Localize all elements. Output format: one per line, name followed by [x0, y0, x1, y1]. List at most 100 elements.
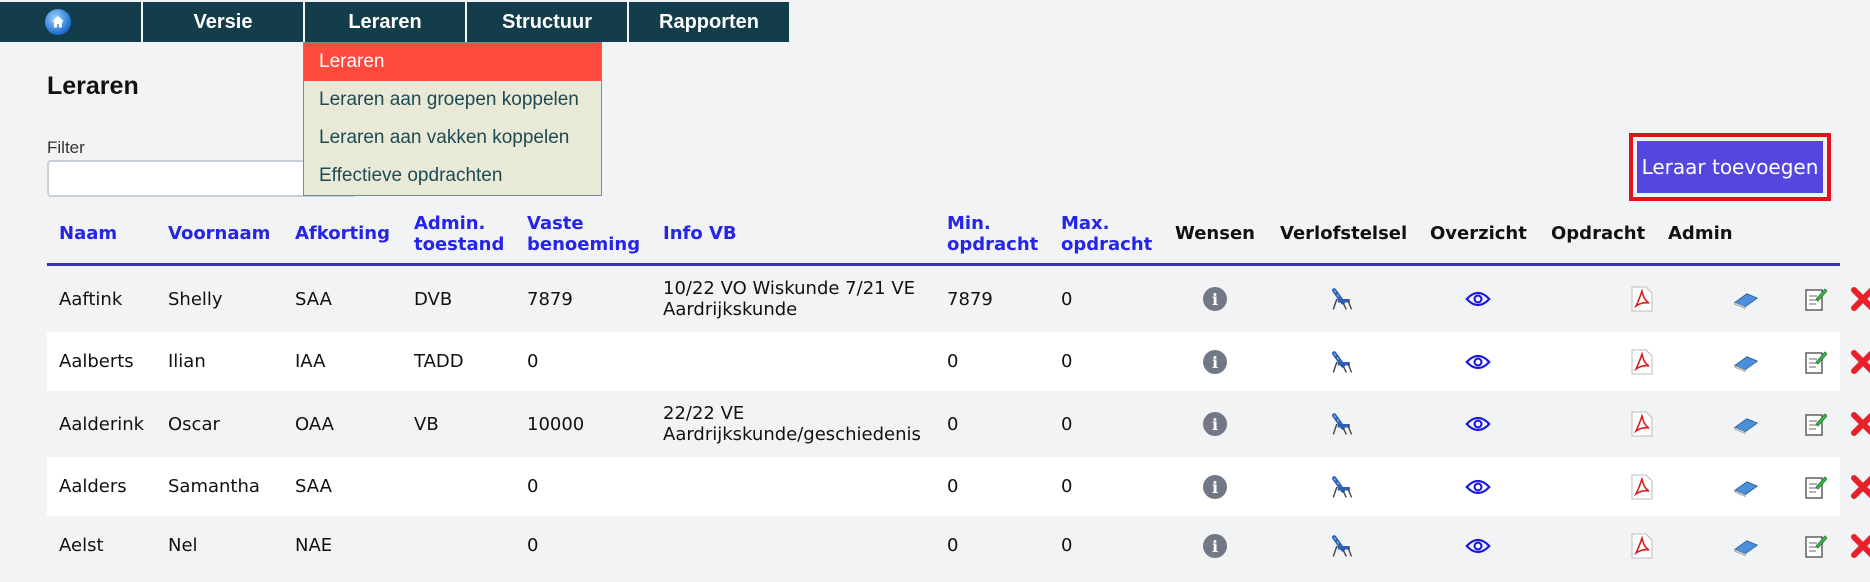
- delete-button[interactable]: [1850, 286, 1870, 312]
- menu-item-leraren-groepen[interactable]: Leraren aan groepen koppelen: [304, 81, 601, 119]
- pdf-icon: [1631, 533, 1653, 559]
- col-min-line1: Min.: [947, 213, 991, 234]
- cell-naam: Aalders: [59, 476, 127, 497]
- opdracht-pdf-button[interactable]: [1629, 533, 1655, 559]
- add-button-highlight: Leraar toevoegen: [1629, 133, 1831, 201]
- verlofstelsel-button[interactable]: [1329, 411, 1355, 437]
- delete-button[interactable]: [1850, 533, 1870, 559]
- delete-button[interactable]: [1850, 349, 1870, 375]
- edit-button[interactable]: [1802, 533, 1828, 559]
- cell-info-line1: 10/22 VO Wiskunde 7/21 VE: [663, 278, 915, 299]
- opdracht-pdf-button[interactable]: [1629, 474, 1655, 500]
- edit-button[interactable]: [1802, 286, 1828, 312]
- info-icon: i: [1203, 475, 1227, 499]
- verlofstelsel-button[interactable]: [1329, 286, 1355, 312]
- admin-book-button[interactable]: [1733, 349, 1759, 375]
- cell-vaste-benoeming: 10000: [527, 414, 585, 435]
- col-vaste-line2: benoeming: [527, 234, 641, 255]
- wensen-info-button[interactable]: i: [1202, 411, 1228, 437]
- eye-icon: [1465, 538, 1491, 554]
- admin-book-button[interactable]: [1733, 286, 1759, 312]
- cell-admin-toestand: TADD: [414, 351, 464, 372]
- edit-icon: [1805, 288, 1827, 311]
- menu-item-leraren-vakken[interactable]: Leraren aan vakken koppelen: [304, 119, 601, 157]
- edit-button[interactable]: [1802, 349, 1828, 375]
- cell-voornaam: Shelly: [168, 289, 223, 310]
- cell-min-opdracht: 0: [947, 476, 959, 497]
- pdf-icon: [1631, 411, 1653, 437]
- col-max-line2: opdracht: [1061, 234, 1153, 255]
- add-teacher-button[interactable]: Leraar toevoegen: [1637, 141, 1823, 193]
- nav-versie[interactable]: Versie: [143, 2, 303, 42]
- col-naam[interactable]: Naam: [59, 223, 117, 244]
- col-min-opdracht[interactable]: Min. opdracht: [947, 213, 1038, 255]
- delete-button[interactable]: [1850, 411, 1870, 437]
- nav-structuur[interactable]: Structuur: [467, 2, 627, 42]
- cell-info-vb: 10/22 VO Wiskunde 7/21 VE Aardrijkskunde: [663, 278, 915, 320]
- cell-max-opdracht: 0: [1061, 289, 1073, 310]
- col-admin-line1: Admin.: [414, 213, 486, 234]
- col-min-line2: opdracht: [947, 234, 1039, 255]
- edit-button[interactable]: [1802, 411, 1828, 437]
- opdracht-pdf-button[interactable]: [1629, 411, 1655, 437]
- wensen-info-button[interactable]: i: [1202, 286, 1228, 312]
- cell-info-line1: 22/22 VE: [663, 403, 745, 424]
- delete-icon: [1851, 475, 1870, 499]
- cell-admin-toestand: DVB: [414, 289, 453, 310]
- overzicht-button[interactable]: [1465, 474, 1491, 500]
- col-info-vb[interactable]: Info VB: [663, 223, 737, 244]
- table-row: Aalderink Oscar OAA VB 10000 22/22 VE Aa…: [47, 391, 1870, 457]
- cell-vaste-benoeming: 7879: [527, 289, 573, 310]
- edit-button[interactable]: [1802, 474, 1828, 500]
- col-voornaam[interactable]: Voornaam: [168, 223, 270, 244]
- beach-chair-icon: [1332, 535, 1353, 557]
- nav-rapporten[interactable]: Rapporten: [629, 2, 789, 42]
- cell-afkorting: NAE: [295, 535, 333, 556]
- delete-icon: [1851, 534, 1870, 558]
- home-icon: [44, 9, 71, 35]
- wensen-info-button[interactable]: i: [1202, 533, 1228, 559]
- opdracht-pdf-button[interactable]: [1629, 286, 1655, 312]
- wensen-info-button[interactable]: i: [1202, 474, 1228, 500]
- verlofstelsel-button[interactable]: [1329, 349, 1355, 375]
- col-vaste-line1: Vaste: [527, 213, 584, 234]
- table-header: Naam Voornaam Afkorting Admin. toestand …: [47, 205, 1840, 266]
- teachers-table: Naam Voornaam Afkorting Admin. toestand …: [47, 205, 1870, 575]
- eye-icon: [1465, 291, 1491, 307]
- delete-button[interactable]: [1850, 474, 1870, 500]
- col-afkorting[interactable]: Afkorting: [295, 223, 390, 244]
- cell-info-vb: 22/22 VE Aardrijkskunde/geschiedenis: [663, 403, 921, 445]
- menu-item-leraren[interactable]: Leraren: [304, 43, 601, 81]
- cell-naam: Aaftink: [59, 289, 123, 310]
- nav-leraren[interactable]: Leraren: [305, 2, 465, 42]
- opdracht-pdf-button[interactable]: [1629, 349, 1655, 375]
- book-icon: [1733, 418, 1759, 435]
- overzicht-button[interactable]: [1465, 411, 1491, 437]
- home-button[interactable]: [0, 2, 141, 42]
- overzicht-button[interactable]: [1465, 533, 1491, 559]
- info-icon: i: [1203, 534, 1227, 558]
- cell-naam: Aalberts: [59, 351, 134, 372]
- cell-min-opdracht: 7879: [947, 289, 993, 310]
- admin-book-button[interactable]: [1733, 411, 1759, 437]
- cell-naam: Aalderink: [59, 414, 145, 435]
- admin-book-button[interactable]: [1733, 474, 1759, 500]
- wensen-info-button[interactable]: i: [1202, 349, 1228, 375]
- delete-icon: [1851, 287, 1870, 311]
- cell-afkorting: OAA: [295, 414, 334, 435]
- book-icon: [1733, 293, 1759, 310]
- overzicht-button[interactable]: [1465, 286, 1491, 312]
- col-vaste-benoeming[interactable]: Vaste benoeming: [527, 213, 640, 255]
- info-icon: i: [1203, 350, 1227, 374]
- col-admin-toestand[interactable]: Admin. toestand: [414, 213, 504, 255]
- cell-max-opdracht: 0: [1061, 535, 1073, 556]
- delete-icon: [1851, 412, 1870, 436]
- admin-book-button[interactable]: [1733, 533, 1759, 559]
- verlofstelsel-button[interactable]: [1329, 474, 1355, 500]
- col-max-opdracht[interactable]: Max. opdracht: [1061, 213, 1152, 255]
- overzicht-button[interactable]: [1465, 349, 1491, 375]
- col-overzicht: Overzicht: [1430, 223, 1527, 244]
- cell-voornaam: Samantha: [168, 476, 260, 497]
- verlofstelsel-button[interactable]: [1329, 533, 1355, 559]
- menu-item-effectieve-opdrachten[interactable]: Effectieve opdrachten: [304, 157, 601, 195]
